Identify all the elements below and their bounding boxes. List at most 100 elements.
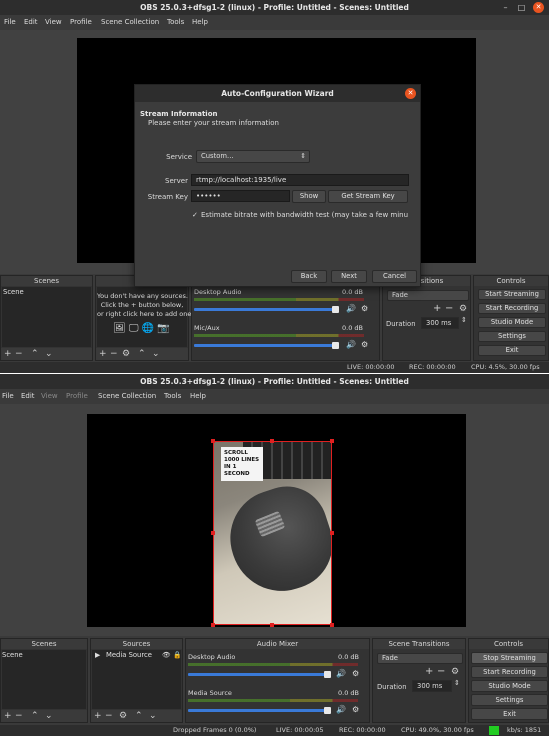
bandwidth-test-checkbox-label[interactable]: Estimate bitrate with bandwidth test (ma… [201, 211, 408, 219]
move-up-icon[interactable]: ⌃ [135, 710, 143, 722]
remove-icon[interactable]: − [15, 710, 23, 722]
gear-icon[interactable]: ⚙ [459, 303, 467, 315]
sources-list[interactable]: You don't have any sources. Click the + … [97, 287, 193, 347]
get-stream-key-button[interactable]: Get Stream Key [328, 190, 408, 203]
resize-handle[interactable] [211, 439, 215, 443]
volume-slider[interactable] [188, 673, 328, 676]
scene-item[interactable]: Scene [2, 287, 91, 297]
add-icon[interactable]: + [433, 303, 441, 315]
volume-slider-knob[interactable] [324, 707, 331, 714]
volume-slider[interactable] [194, 308, 334, 311]
gear-icon[interactable]: ⚙ [122, 348, 130, 360]
stream-key-input[interactable]: •••••• [191, 190, 290, 202]
spinner-arrows-icon[interactable]: ⇕ [454, 679, 460, 687]
scenes-list[interactable]: Scene [2, 287, 91, 347]
resize-handle[interactable] [211, 623, 215, 627]
scene-item[interactable]: Scene [2, 650, 86, 660]
close-icon[interactable]: ✕ [405, 88, 416, 99]
maximize-icon[interactable]: □ [516, 2, 527, 13]
remove-icon[interactable]: − [15, 348, 23, 360]
move-down-icon[interactable]: ⌄ [45, 348, 53, 360]
gear-icon[interactable]: ⚙ [361, 304, 368, 313]
menu-profile[interactable]: Profile [70, 18, 92, 26]
add-icon[interactable]: + [4, 710, 12, 722]
resize-handle[interactable] [270, 623, 274, 627]
move-up-icon[interactable]: ⌃ [138, 348, 146, 360]
stop-streaming-button[interactable]: Stop Streaming [471, 652, 548, 664]
lock-icon[interactable]: 🔒 [173, 650, 181, 660]
volume-slider-knob[interactable] [332, 306, 339, 313]
spinner-arrows-icon[interactable]: ⇕ [461, 316, 467, 324]
cancel-button[interactable]: Cancel [372, 270, 417, 283]
speaker-icon[interactable]: 🔊 [346, 304, 356, 313]
add-icon[interactable]: + [99, 348, 107, 360]
add-icon[interactable]: + [4, 348, 12, 360]
settings-button[interactable]: Settings [471, 694, 548, 706]
menu-edit[interactable]: Edit [21, 392, 35, 400]
volume-slider[interactable] [194, 344, 334, 347]
duration-input[interactable]: 300 ms [421, 317, 459, 329]
transition-select[interactable]: Fade [377, 653, 463, 664]
gear-icon[interactable]: ⚙ [352, 705, 359, 714]
speaker-icon[interactable]: 🔊 [336, 705, 346, 714]
checkbox-check-icon[interactable]: ✓ [192, 211, 198, 219]
resize-handle[interactable] [270, 439, 274, 443]
menu-help[interactable]: Help [192, 18, 208, 26]
move-down-icon[interactable]: ⌄ [152, 348, 160, 360]
menu-view[interactable]: View [45, 18, 62, 26]
remove-icon[interactable]: − [445, 303, 453, 315]
add-icon[interactable]: + [425, 666, 433, 678]
source-selection-box[interactable] [213, 441, 332, 625]
resize-handle[interactable] [330, 439, 334, 443]
server-input[interactable]: rtmp://localhost:1935/live [191, 174, 409, 186]
menu-scene-collection[interactable]: Scene Collection [98, 392, 156, 400]
resize-handle[interactable] [211, 531, 215, 535]
start-streaming-button[interactable]: Start Streaming [478, 289, 546, 300]
remove-icon[interactable]: − [437, 666, 445, 678]
close-icon[interactable]: ✕ [533, 2, 544, 13]
menu-file[interactable]: File [4, 18, 16, 26]
next-button[interactable]: Next [331, 270, 367, 283]
studio-mode-button[interactable]: Studio Mode [478, 317, 546, 328]
menu-edit[interactable]: Edit [24, 18, 38, 26]
eye-icon[interactable]: 👁 [162, 650, 171, 660]
gear-icon[interactable]: ⚙ [352, 669, 359, 678]
move-up-icon[interactable]: ⌃ [31, 348, 39, 360]
sources-list[interactable]: ▶ Media Source 👁 🔒 [92, 650, 181, 709]
start-recording-button[interactable]: Start Recording [471, 666, 548, 678]
list-item[interactable]: ▶ Media Source 👁 🔒 [92, 650, 181, 660]
scenes-list[interactable]: Scene [2, 650, 86, 709]
speaker-icon[interactable]: 🔊 [346, 340, 356, 349]
add-icon[interactable]: + [94, 710, 102, 722]
menu-file[interactable]: File [2, 392, 14, 400]
back-button[interactable]: Back [291, 270, 327, 283]
resize-handle[interactable] [330, 531, 334, 535]
volume-slider-knob[interactable] [324, 671, 331, 678]
move-down-icon[interactable]: ⌄ [149, 710, 157, 722]
gear-icon[interactable]: ⚙ [451, 666, 459, 678]
service-select[interactable]: Custom... ⇕ [196, 150, 310, 163]
resize-handle[interactable] [330, 623, 334, 627]
menu-profile[interactable]: Profile [66, 392, 88, 400]
transition-select[interactable]: Fade [387, 290, 469, 301]
minimize-icon[interactable]: – [500, 2, 511, 13]
gear-icon[interactable]: ⚙ [119, 710, 127, 722]
show-key-button[interactable]: Show [292, 190, 326, 203]
speaker-icon[interactable]: 🔊 [336, 669, 346, 678]
menu-view[interactable]: View [41, 392, 58, 400]
start-recording-button[interactable]: Start Recording [478, 303, 546, 314]
remove-icon[interactable]: − [105, 710, 113, 722]
gear-icon[interactable]: ⚙ [361, 340, 368, 349]
duration-input[interactable]: 300 ms [412, 680, 452, 692]
menu-tools[interactable]: Tools [164, 392, 181, 400]
move-down-icon[interactable]: ⌄ [45, 710, 53, 722]
move-up-icon[interactable]: ⌃ [31, 710, 39, 722]
exit-button[interactable]: Exit [471, 708, 548, 720]
menu-help[interactable]: Help [190, 392, 206, 400]
volume-slider[interactable] [188, 709, 328, 712]
menu-tools[interactable]: Tools [167, 18, 184, 26]
menu-scene-collection[interactable]: Scene Collection [101, 18, 159, 26]
remove-icon[interactable]: − [110, 348, 118, 360]
exit-button[interactable]: Exit [478, 345, 546, 356]
settings-button[interactable]: Settings [478, 331, 546, 342]
